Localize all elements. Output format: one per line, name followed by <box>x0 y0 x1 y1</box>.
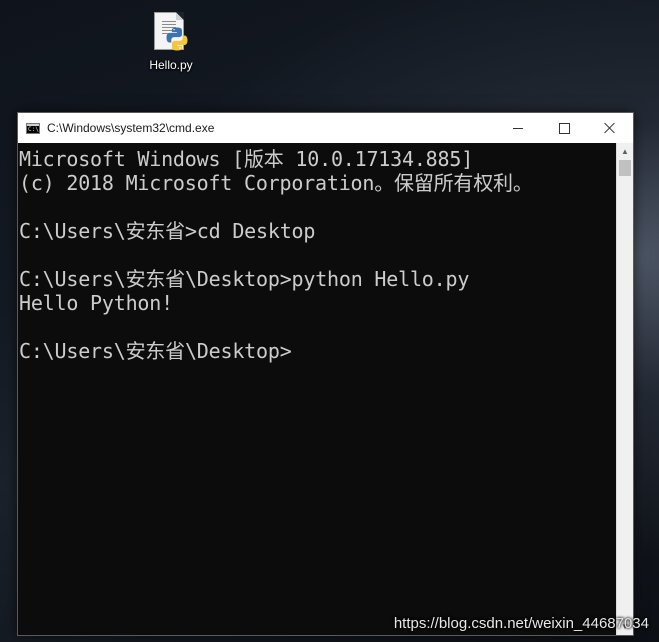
console-line: (c) 2018 Microsoft Corporation。保留所有权利。 <box>19 171 533 195</box>
console-line: C:\Users\安东省>cd Desktop <box>19 219 316 243</box>
console-line: C:\Users\安东省\Desktop>python Hello.py <box>19 267 470 291</box>
scroll-thumb[interactable] <box>619 160 631 176</box>
vertical-scrollbar[interactable]: ▲ ▼ <box>616 143 633 635</box>
cmd-app-icon[interactable]: C:\ <box>26 122 40 134</box>
console-prompt-line[interactable]: C:\Users\安东省\Desktop> <box>19 339 616 363</box>
console-line: Microsoft Windows [版本 10.0.17134.885] <box>19 147 474 171</box>
window-title: C:\Windows\system32\cmd.exe <box>47 121 215 135</box>
minimize-button[interactable] <box>495 113 541 143</box>
title-bar[interactable]: C:\ C:\Windows\system32\cmd.exe <box>18 113 633 143</box>
maximize-button[interactable] <box>541 113 587 143</box>
desktop-icon-label: Hello.py <box>149 58 193 72</box>
cmd-app-icon-text: C:\ <box>28 125 39 133</box>
close-button[interactable] <box>587 113 633 143</box>
scroll-up-icon[interactable]: ▲ <box>617 143 633 160</box>
console-line: Hello Python! <box>19 291 173 315</box>
desktop-file-hello-py[interactable]: Hello.py <box>140 10 202 72</box>
console-output[interactable]: Microsoft Windows [版本 10.0.17134.885] (c… <box>18 143 616 635</box>
cmd-window: C:\ C:\Windows\system32\cmd.exe Microsof… <box>17 112 634 636</box>
maximize-icon <box>558 122 570 134</box>
close-icon <box>604 122 616 134</box>
minimize-icon <box>513 127 523 129</box>
watermark-text: https://blog.csdn.net/weixin_44687034 <box>393 615 649 632</box>
python-file-icon <box>152 10 190 54</box>
